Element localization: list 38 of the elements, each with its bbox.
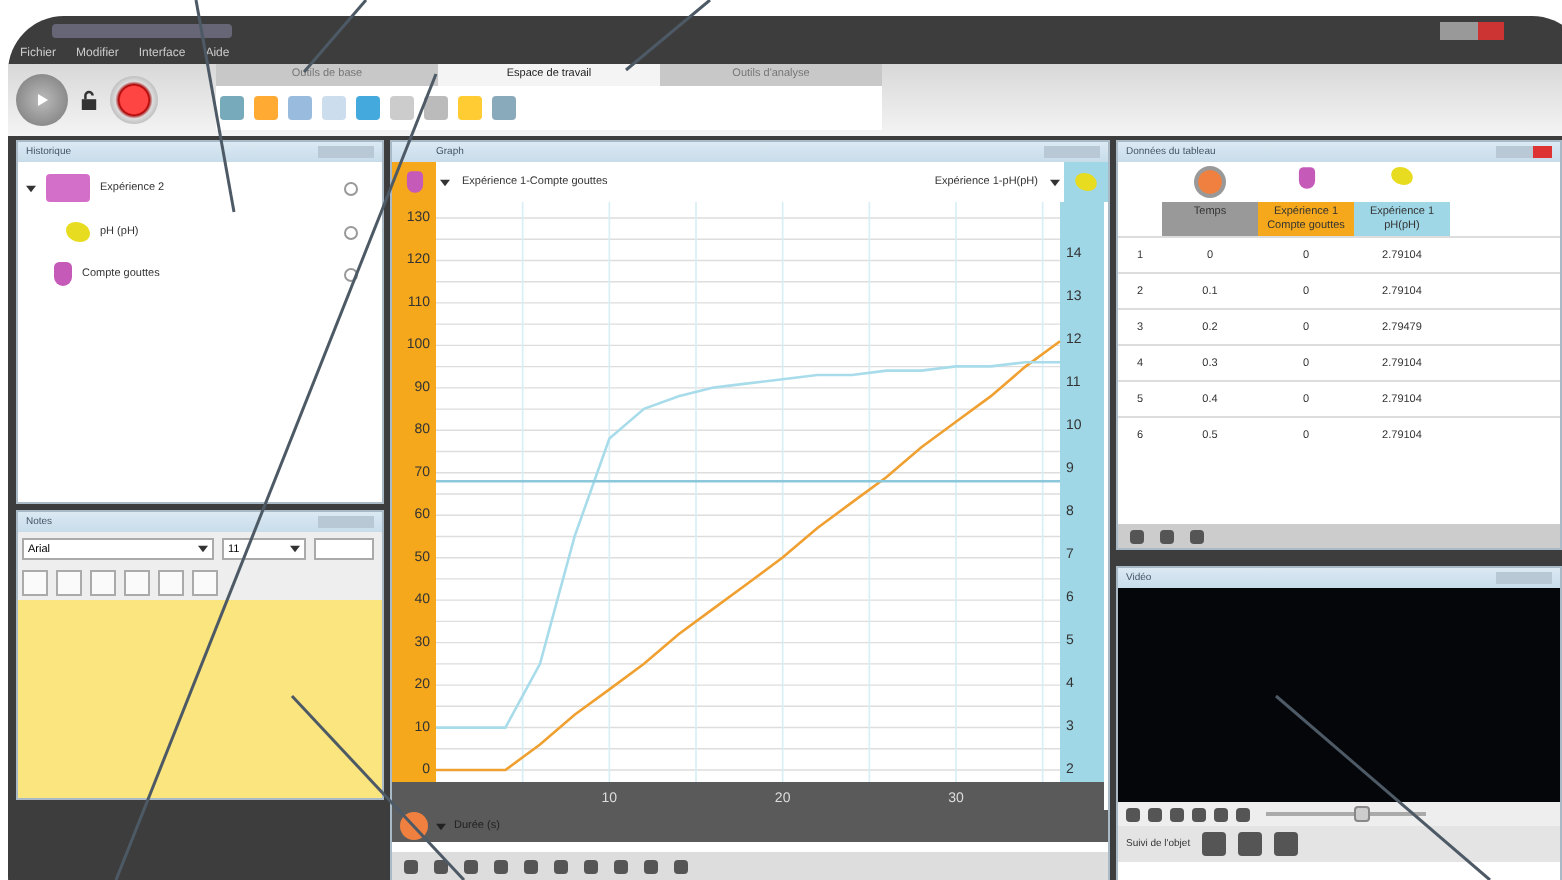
graph-tool-icon[interactable] [464, 859, 478, 873]
panel-controls[interactable] [1496, 146, 1552, 158]
caret-icon[interactable] [198, 544, 208, 554]
graph-tool-icon[interactable] [674, 859, 688, 873]
graph-tool-icon[interactable] [614, 859, 628, 873]
table-tool-icon[interactable] [1130, 529, 1144, 543]
play-button[interactable] [16, 74, 68, 126]
probe-icon [1075, 173, 1097, 191]
tracking-tool-icon[interactable] [1274, 832, 1299, 856]
folder-icon [46, 174, 90, 202]
play-icon [32, 90, 52, 110]
graph-tool-icon[interactable] [434, 859, 448, 873]
caret-icon[interactable] [440, 177, 450, 187]
graph-tool-icon[interactable] [404, 859, 418, 873]
dropper-icon [54, 262, 72, 286]
slider-thumb[interactable] [1354, 806, 1370, 822]
table-tool-icon[interactable] [1190, 529, 1204, 543]
caret-icon[interactable] [290, 544, 300, 554]
tracking-tool-icon[interactable] [1238, 832, 1263, 856]
tracking-tool-icon[interactable] [1202, 832, 1227, 856]
leader-line [625, 0, 711, 72]
window-controls[interactable] [1440, 21, 1504, 39]
graph-tool-icon[interactable] [584, 859, 598, 873]
table-tool-icon[interactable] [1160, 529, 1174, 543]
probe-icon [66, 222, 90, 242]
padlock-icon[interactable] [80, 89, 98, 111]
tool-icon[interactable] [424, 96, 448, 120]
expand-arrow-icon[interactable] [26, 183, 36, 193]
graph-tool-icon[interactable] [524, 859, 538, 873]
graph-tool-icon[interactable] [644, 859, 658, 873]
close-icon[interactable] [344, 267, 358, 281]
graph-tool-icon[interactable] [494, 859, 508, 873]
dropper-icon [405, 171, 423, 193]
probe-icon [1391, 167, 1413, 185]
graph-tool-icon[interactable] [554, 859, 568, 873]
caret-icon[interactable] [1050, 177, 1060, 187]
record-button[interactable] [110, 76, 158, 124]
dropper-icon [1297, 167, 1315, 189]
